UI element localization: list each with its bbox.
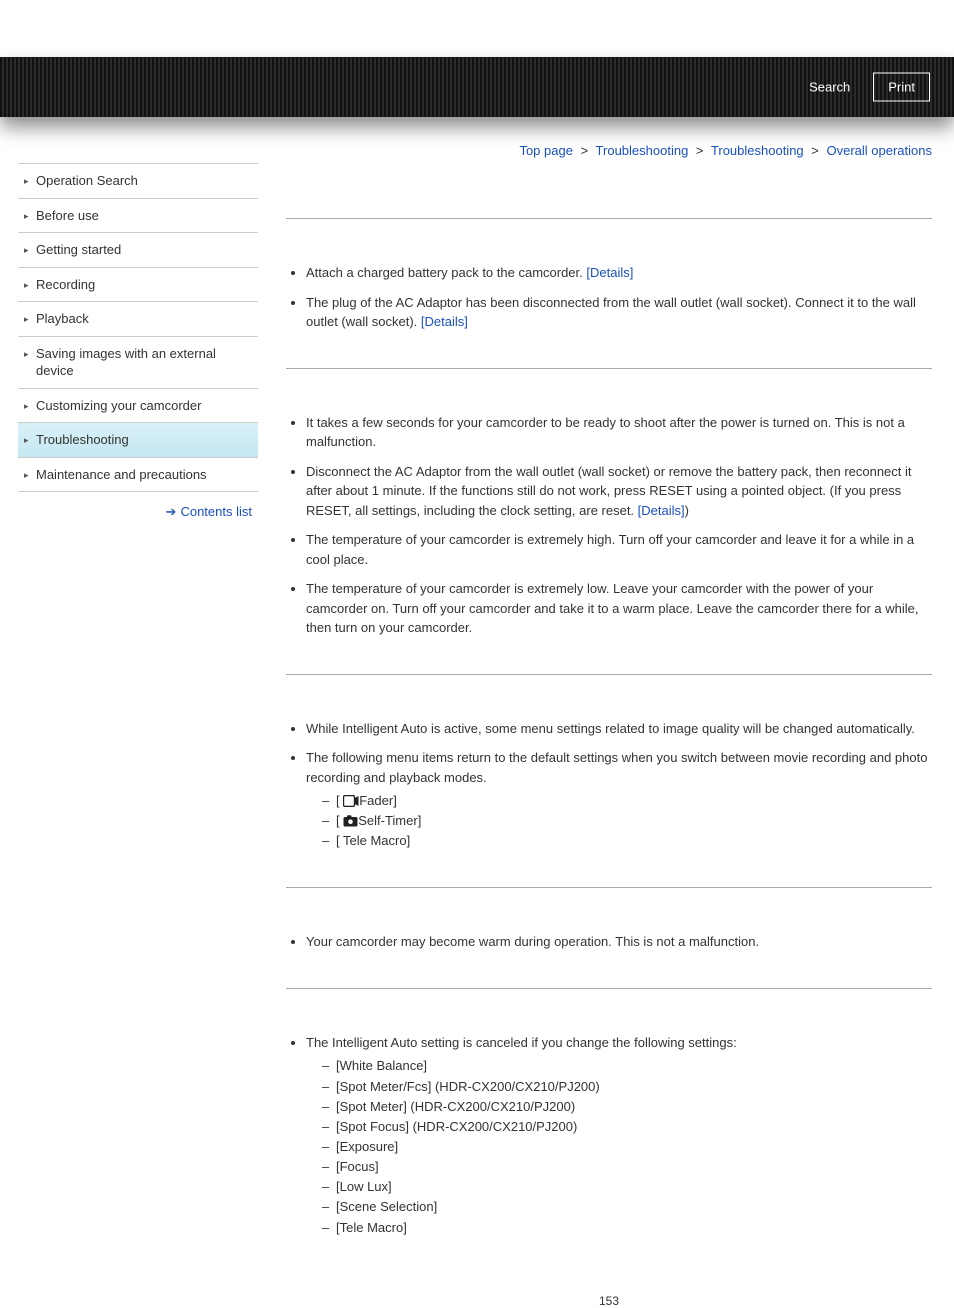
text: Disconnect the AC Adaptor from the wall … (306, 464, 912, 518)
sublist-item-fader: [ Fader] (322, 791, 932, 811)
sidebar-item-maintenance[interactable]: Maintenance and precautions (18, 458, 258, 493)
sidebar-list: Operation Search Before use Getting star… (18, 163, 258, 492)
sublist-item: [Focus] (322, 1157, 932, 1177)
list-item: The temperature of your camcorder is ext… (306, 530, 932, 569)
text: Attach a charged battery pack to the cam… (306, 265, 586, 280)
sublist-item-self-timer: [ Self-Timer] (322, 811, 932, 831)
details-link[interactable]: [Details] (638, 503, 685, 518)
sidebar-item-saving-images[interactable]: Saving images with an external device (18, 337, 258, 389)
page-number: 153 (286, 1294, 932, 1308)
text: Fader] (359, 793, 397, 808)
header-bar: Search Print (0, 57, 954, 117)
list-item: Attach a charged battery pack to the cam… (306, 263, 932, 283)
print-button[interactable]: Print (873, 73, 930, 102)
breadcrumb-troubleshooting-2[interactable]: Troubleshooting (711, 143, 804, 158)
breadcrumb-sep: > (696, 143, 704, 158)
text: The Intelligent Auto setting is canceled… (306, 1035, 737, 1050)
sublist-item: [Low Lux] (322, 1177, 932, 1197)
list-item: While Intelligent Auto is active, some m… (306, 719, 932, 739)
sublist-item-tele-macro: [ Tele Macro] (322, 831, 932, 851)
contents-list-link[interactable]: Contents list (180, 504, 252, 519)
list-item: Disconnect the AC Adaptor from the wall … (306, 462, 932, 521)
section-power: Attach a charged battery pack to the cam… (286, 218, 932, 368)
sublist-item: [White Balance] (322, 1056, 932, 1076)
main-content: Top page > Troubleshooting > Troubleshoo… (286, 143, 932, 1308)
sidebar-item-before-use[interactable]: Before use (18, 199, 258, 234)
sidebar-item-troubleshooting[interactable]: Troubleshooting (18, 423, 258, 458)
sidebar: Operation Search Before use Getting star… (18, 143, 258, 1308)
sidebar-item-getting-started[interactable]: Getting started (18, 233, 258, 268)
sidebar-item-customizing[interactable]: Customizing your camcorder (18, 389, 258, 424)
section-intelligent-auto: The Intelligent Auto setting is canceled… (286, 988, 932, 1274)
list-item: The plug of the AC Adaptor has been disc… (306, 293, 932, 332)
details-link[interactable]: [Details] (586, 265, 633, 280)
photo-mode-icon (343, 813, 358, 828)
sublist-item: [Spot Focus] (HDR-CX200/CX210/PJ200) (322, 1117, 932, 1137)
list-item: The Intelligent Auto setting is canceled… (306, 1033, 932, 1238)
list-item: It takes a few seconds for your camcorde… (306, 413, 932, 452)
sidebar-item-playback[interactable]: Playback (18, 302, 258, 337)
search-button[interactable]: Search (794, 73, 865, 102)
text: Self-Timer] (358, 813, 421, 828)
list-item: Your camcorder may become warm during op… (306, 932, 932, 952)
breadcrumb-troubleshooting-1[interactable]: Troubleshooting (596, 143, 689, 158)
contents-list-link-wrap: ➔Contents list (18, 492, 258, 520)
sidebar-item-recording[interactable]: Recording (18, 268, 258, 303)
text: The plug of the AC Adaptor has been disc… (306, 295, 916, 330)
section-not-operating: It takes a few seconds for your camcorde… (286, 368, 932, 674)
movie-mode-icon (343, 793, 359, 808)
breadcrumb-top-page[interactable]: Top page (519, 143, 573, 158)
arrow-right-icon: ➔ (166, 504, 177, 519)
sublist-item: [Scene Selection] (322, 1197, 932, 1217)
breadcrumb-overall-operations[interactable]: Overall operations (827, 143, 933, 158)
breadcrumb-sep: > (811, 143, 819, 158)
section-warm: Your camcorder may become warm during op… (286, 887, 932, 988)
sublist-item: [Spot Meter] (HDR-CX200/CX210/PJ200) (322, 1097, 932, 1117)
list-item: The following menu items return to the d… (306, 748, 932, 851)
section-menu-settings: While Intelligent Auto is active, some m… (286, 674, 932, 888)
details-link[interactable]: [Details] (421, 314, 468, 329)
sublist-item: [Exposure] (322, 1137, 932, 1157)
sublist-item: [Spot Meter/Fcs] (HDR-CX200/CX210/PJ200) (322, 1077, 932, 1097)
text: The following menu items return to the d… (306, 750, 927, 785)
list-item: The temperature of your camcorder is ext… (306, 579, 932, 638)
breadcrumb-sep: > (581, 143, 589, 158)
breadcrumb: Top page > Troubleshooting > Troubleshoo… (286, 143, 932, 158)
text: ) (685, 503, 689, 518)
sidebar-item-operation-search[interactable]: Operation Search (18, 164, 258, 199)
